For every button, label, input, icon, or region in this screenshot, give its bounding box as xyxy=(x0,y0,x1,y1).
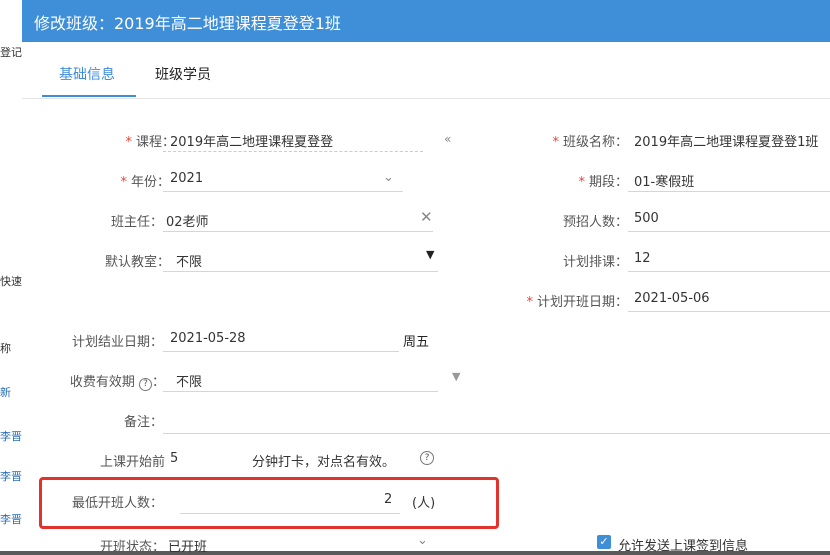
planned-start-label: * 计划开班日期： xyxy=(526,295,628,310)
active-tab-indicator xyxy=(42,95,136,97)
planned-start-underline xyxy=(628,311,830,312)
default-room-select[interactable]: 不限 xyxy=(176,251,202,270)
default-room-underline xyxy=(163,271,438,272)
term-field[interactable]: 01-寒假班 xyxy=(634,171,694,190)
fee-validity-select[interactable]: 不限 xyxy=(176,371,202,390)
red-highlight-box xyxy=(39,477,499,529)
default-room-label: 默认教室： xyxy=(104,255,170,270)
year-underline xyxy=(163,191,403,192)
status-select[interactable]: 已开班 xyxy=(168,536,207,555)
term-underline xyxy=(628,191,830,192)
course-label: * 课程： xyxy=(125,135,175,150)
head-teacher-field[interactable]: 02老师 xyxy=(166,211,209,230)
allow-send-label: 允许发送上课签到信息 xyxy=(618,539,749,554)
planned-start-date[interactable]: 2021-05-06 xyxy=(634,291,710,306)
allow-send-checkbox[interactable]: ✓ xyxy=(597,535,611,549)
bg-fragment[interactable]: 李晋 xyxy=(0,468,22,484)
background-page: 登记 快速 称 新 李晋 李晋 李晋 xyxy=(0,0,22,551)
chevron-down-icon[interactable]: ⌄ xyxy=(417,533,428,548)
chevron-down-icon[interactable]: ⌄ xyxy=(383,170,394,185)
planned-schedule-underline xyxy=(628,271,830,272)
tab-bar: 基础信息 班级学员 xyxy=(22,42,830,99)
help-icon[interactable]: ? xyxy=(420,451,434,465)
dialog-header: 修改班级：2019年高二地理课程夏登登1班 xyxy=(22,0,830,42)
fee-validity-label: 收费有效期 ?： xyxy=(69,375,165,391)
bg-fragment: 快速 xyxy=(0,275,22,288)
status-label: 开班状态： xyxy=(99,540,165,555)
head-teacher-underline xyxy=(163,231,433,232)
planned-end-underline xyxy=(163,351,399,352)
planned-end-weekday: 周五 xyxy=(403,335,430,350)
head-teacher-label: 班主任： xyxy=(110,215,163,230)
planned-end-label: 计划结业日期： xyxy=(71,335,163,350)
year-select[interactable]: 2021 xyxy=(170,171,203,186)
planned-enroll-field[interactable]: 500 xyxy=(634,211,659,226)
edit-class-dialog: 修改班级：2019年高二地理课程夏登登1班 基础信息 班级学员 * 课程： 201… xyxy=(22,0,830,555)
bg-fragment[interactable]: 李晋 xyxy=(0,428,22,444)
help-icon[interactable]: ? xyxy=(138,378,152,391)
tab-class-students[interactable]: 班级学员 xyxy=(155,64,211,84)
remark-underline xyxy=(163,433,830,434)
planned-end-date[interactable]: 2021-05-28 xyxy=(170,331,246,346)
fee-validity-underline xyxy=(163,391,438,392)
term-label: * 期段： xyxy=(578,175,628,190)
tab-basic-info[interactable]: 基础信息 xyxy=(59,64,115,84)
planned-enroll-underline xyxy=(628,231,830,232)
course-select-icon[interactable]: « xyxy=(444,132,451,146)
planned-schedule-field[interactable]: 12 xyxy=(634,251,651,266)
checkin-label: 上课开始前 xyxy=(99,455,165,470)
bg-fragment: 登记 xyxy=(0,46,22,59)
bg-fragment[interactable]: 李晋 xyxy=(0,511,22,527)
caret-down-icon[interactable]: ▼ xyxy=(452,370,460,383)
bg-fragment: 称 xyxy=(0,342,11,355)
planned-enroll-label: 预招人数： xyxy=(562,215,628,230)
checkin-suffix: 分钟打卡，对点名有效。 xyxy=(252,455,396,470)
class-name-field[interactable]: 2019年高二地理课程夏登登1班 xyxy=(634,131,818,150)
year-label: * 年份： xyxy=(120,175,170,190)
bg-fragment[interactable]: 新 xyxy=(0,384,22,400)
caret-down-icon[interactable]: ▼ xyxy=(426,248,434,261)
planned-schedule-label: 计划排课： xyxy=(562,255,628,270)
class-name-label: * 班级名称： xyxy=(552,135,628,150)
checkin-minutes-field[interactable]: 5 xyxy=(170,451,178,466)
dialog-title: 修改班级：2019年高二地理课程夏登登1班 xyxy=(34,14,341,33)
course-underline xyxy=(163,151,423,152)
clear-icon[interactable]: ✕ xyxy=(420,208,433,226)
course-field[interactable]: 2019年高二地理课程夏登登 xyxy=(170,131,333,150)
remark-label: 备注： xyxy=(123,415,163,430)
